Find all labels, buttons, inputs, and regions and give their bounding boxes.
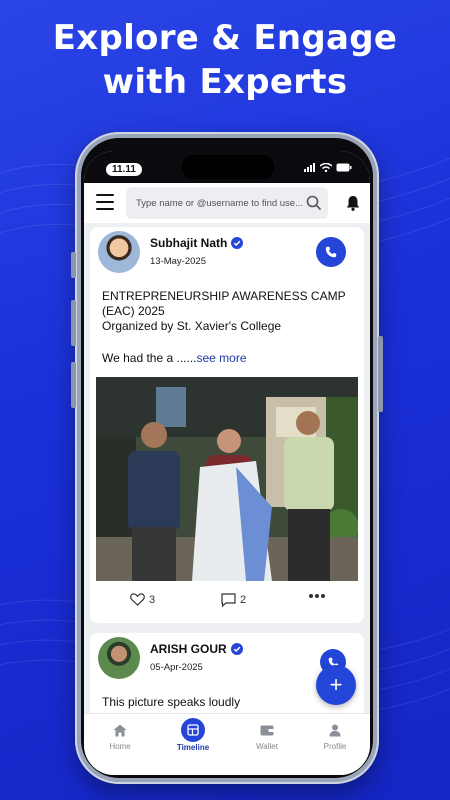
battery-icon: [336, 163, 352, 172]
hamburger-menu-icon[interactable]: [96, 194, 114, 210]
comment-count: 2: [240, 594, 247, 606]
top-bar: [84, 183, 370, 223]
wallet-icon: [260, 725, 274, 736]
nav-timeline[interactable]: Timeline: [163, 718, 223, 752]
post-body-text: We had the a ......: [102, 351, 197, 365]
search-input[interactable]: [136, 187, 306, 219]
headline-line-2: with Experts: [102, 62, 348, 102]
post-author[interactable]: ARISH GOUR: [150, 642, 243, 656]
like-count: 3: [149, 593, 156, 606]
post-body-text: This picture speaks loudly: [102, 695, 241, 709]
add-post-button[interactable]: +: [316, 665, 356, 705]
nav-home[interactable]: Home: [90, 720, 150, 751]
notification-bell-icon[interactable]: [346, 195, 360, 211]
post-body: We had the a ......see more: [102, 351, 247, 365]
nav-profile[interactable]: Profile: [305, 720, 365, 751]
nav-label: Wallet: [256, 742, 278, 751]
bottom-navigation: Home Timeline Wallet Profile: [84, 713, 370, 775]
profile-icon: [329, 724, 341, 736]
avatar[interactable]: [98, 231, 140, 273]
post-title-line-2: (EAC) 2025: [102, 304, 165, 318]
phone-volume-up: [71, 300, 76, 346]
status-time: 11.11: [106, 163, 142, 176]
more-options-button[interactable]: [308, 593, 326, 599]
author-name: ARISH GOUR: [150, 642, 227, 656]
phone-power-button: [378, 336, 383, 412]
marketing-headline: Explore & Engage with Experts: [0, 16, 450, 104]
phone-side-button: [71, 252, 76, 278]
verified-badge-icon: [230, 643, 243, 655]
phone-volume-down: [71, 362, 76, 408]
author-name: Subhajit Nath: [150, 236, 228, 250]
signal-icon: [304, 163, 315, 172]
avatar[interactable]: [98, 637, 140, 679]
app-screen: 11.11 Subhajit Nath 13-May-2025 ENTREPRE…: [84, 151, 370, 775]
call-button[interactable]: [316, 237, 346, 267]
post-date: 13-May-2025: [150, 256, 206, 267]
post-date: 05-Apr-2025: [150, 662, 203, 673]
nav-wallet[interactable]: Wallet: [237, 720, 297, 751]
nav-label: Profile: [323, 742, 347, 751]
post-photo[interactable]: [96, 377, 358, 581]
post-title: ENTREPRENEURSHIP AWARENESS CAMP (EAC) 20…: [102, 289, 360, 334]
post-photo-image: [96, 377, 358, 581]
see-more-link[interactable]: see more: [197, 351, 247, 365]
timeline-icon: [187, 724, 199, 736]
comment-button[interactable]: 2: [221, 593, 246, 607]
timeline-post: Subhajit Nath 13-May-2025 ENTREPRENEURSH…: [90, 227, 364, 623]
search-box: [126, 187, 328, 219]
wifi-icon: [320, 163, 332, 172]
status-icons: [304, 163, 352, 172]
like-button[interactable]: 3: [130, 593, 155, 606]
more-dots-icon: [309, 594, 325, 598]
post-actions: 3 2: [90, 589, 364, 617]
dynamic-island: [182, 155, 274, 179]
status-bar: 11.11: [84, 151, 370, 183]
search-icon[interactable]: [306, 195, 322, 211]
post-title-line-3: Organized by St. Xavier's College: [102, 319, 282, 333]
nav-label: Home: [109, 742, 131, 751]
headline-line-1: Explore & Engage: [52, 18, 398, 58]
post-title-line-1: ENTREPRENEURSHIP AWARENESS CAMP: [102, 289, 346, 303]
nav-label: Timeline: [176, 743, 210, 752]
comment-icon: [221, 593, 236, 607]
home-icon: [113, 724, 127, 736]
phone-icon: [325, 246, 337, 258]
post-author[interactable]: Subhajit Nath: [150, 236, 244, 250]
heart-icon: [130, 593, 145, 606]
verified-badge-icon: [231, 237, 244, 249]
